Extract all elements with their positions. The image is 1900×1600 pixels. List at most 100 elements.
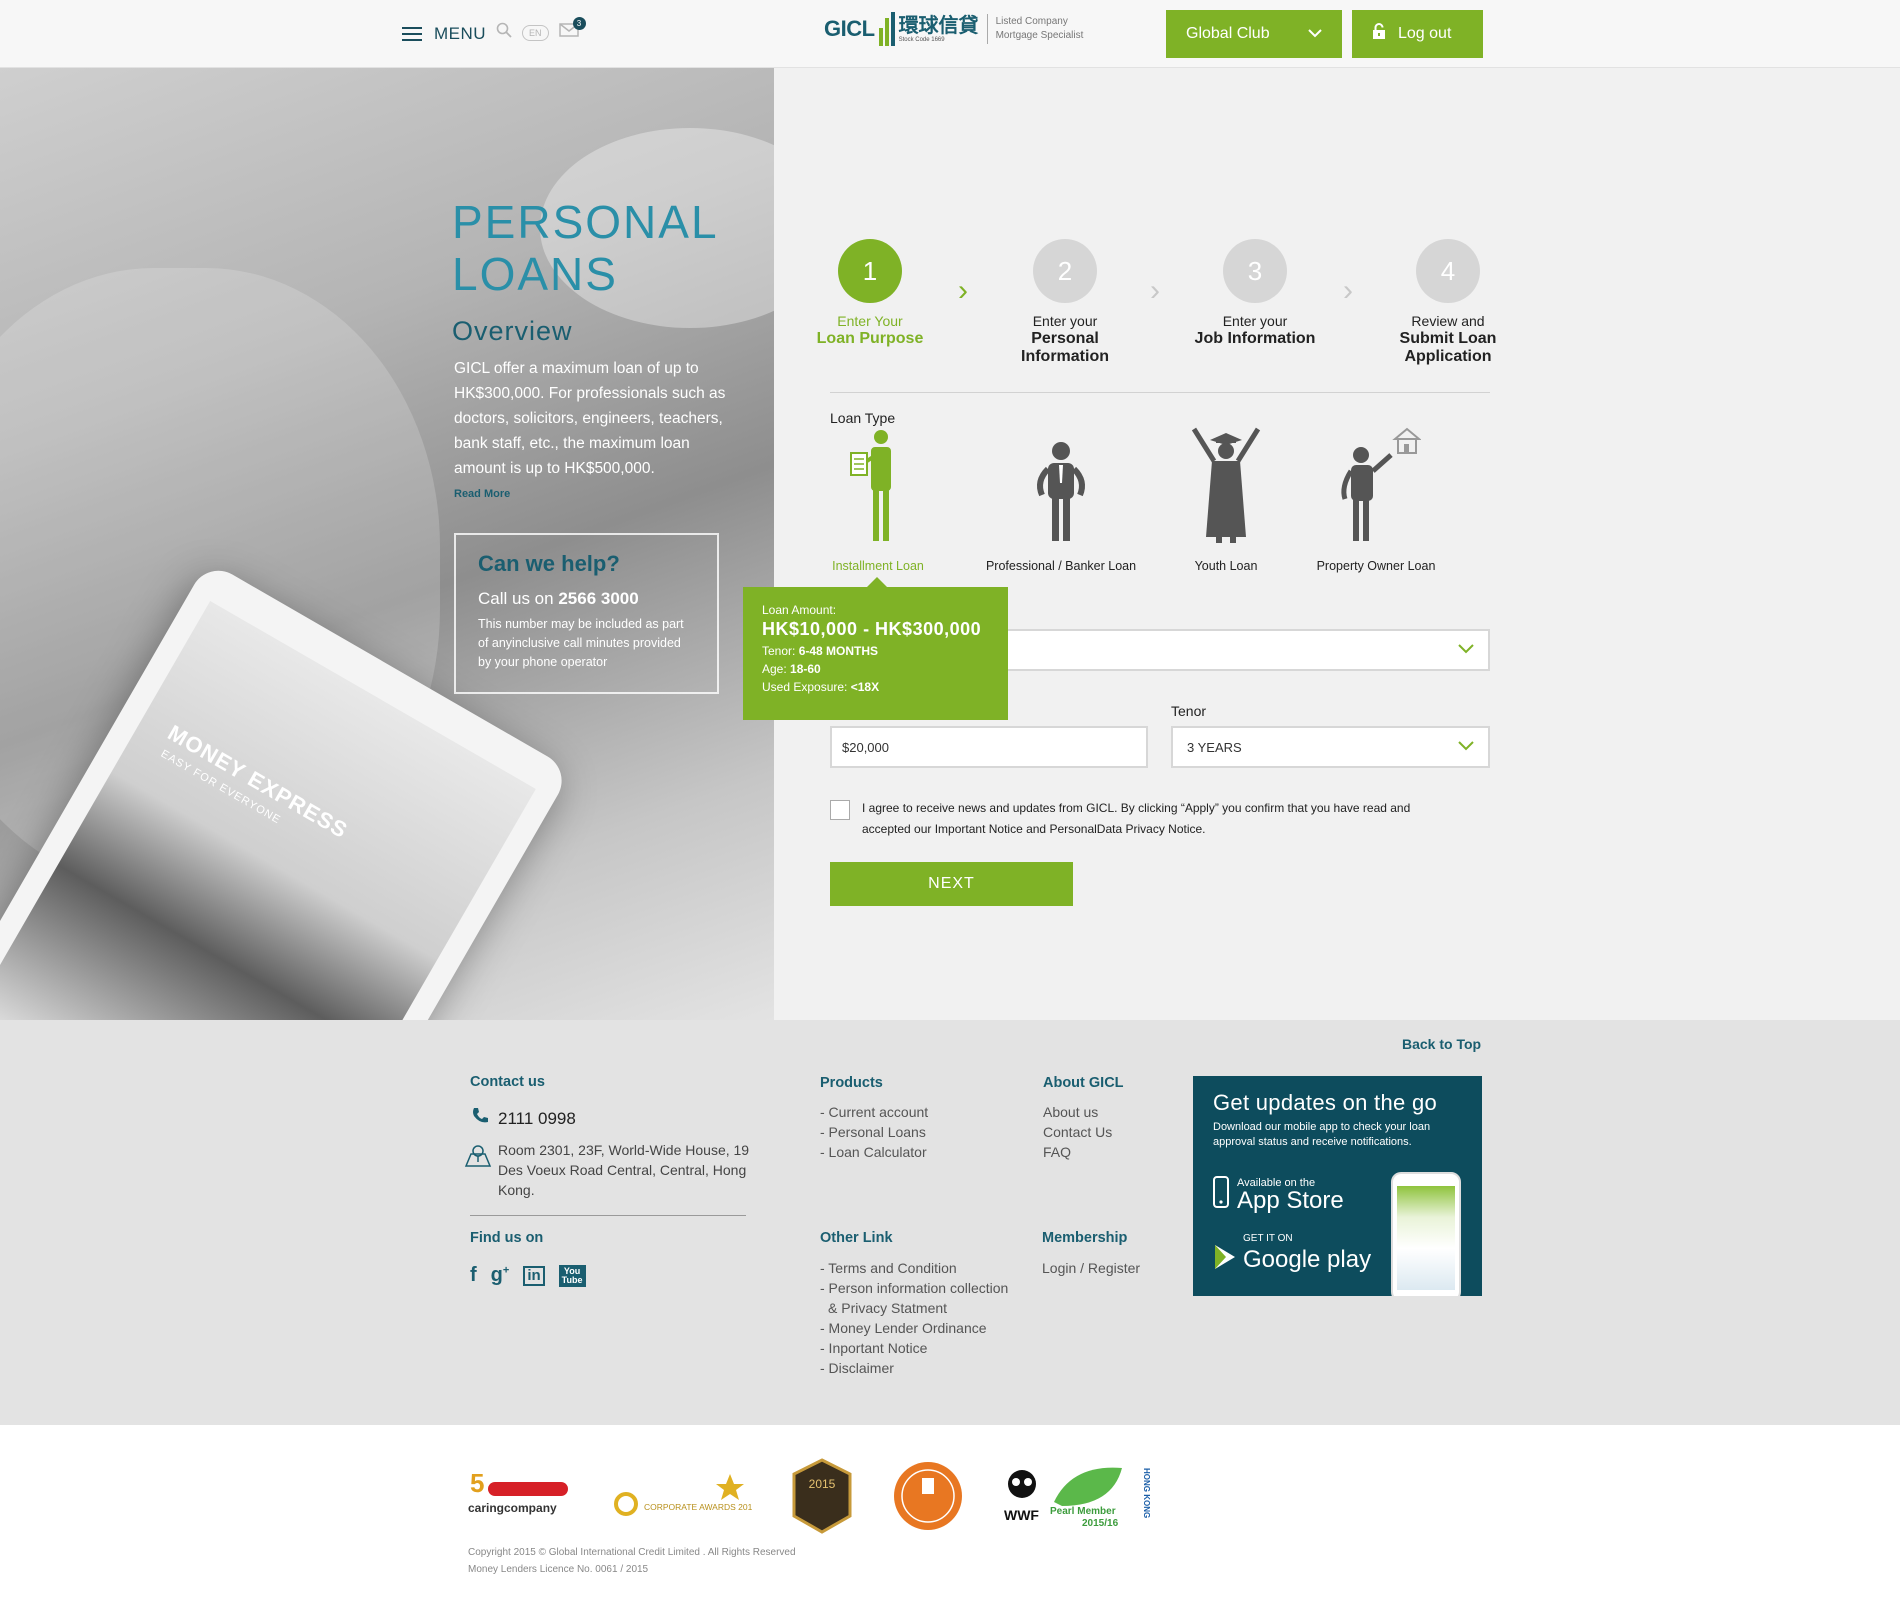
loan-type-installment[interactable]: Installment Loan	[793, 425, 963, 573]
products-list: - Current account - Personal Loans - Loa…	[820, 1102, 928, 1162]
footer-link[interactable]: About us	[1043, 1102, 1112, 1122]
footer-link[interactable]: - Loan Calculator	[820, 1142, 928, 1162]
step-3[interactable]: 3 Enter your Job Information	[1180, 239, 1330, 348]
youth-loan-icon	[1141, 425, 1311, 545]
step-3-line-2: Job Information	[1194, 330, 1316, 347]
read-more-link[interactable]: Read More	[454, 488, 510, 500]
search-icon[interactable]	[496, 22, 512, 43]
tooltip-tenor-value: 6-48 MONTHS	[798, 644, 879, 658]
step-4[interactable]: 4 Review and Submit Loan Application	[1373, 239, 1523, 366]
step-3-line-1: Enter your	[1222, 313, 1288, 329]
menu-button[interactable]: MENU	[402, 24, 486, 44]
copyright-line-2: Money Lenders Licence No. 0061 / 2015	[468, 1564, 649, 1575]
membership-link[interactable]: Login / Register	[1042, 1258, 1140, 1278]
footer-link[interactable]: FAQ	[1043, 1142, 1112, 1162]
chevron-down-icon	[1458, 641, 1474, 659]
contact-heading: Contact us	[470, 1074, 545, 1090]
top-bar: MENU EN 3 GICL 環球信貸 Stock Code 1669 List…	[0, 0, 1900, 68]
loan-type-property-label: Property Owner Loan	[1316, 559, 1436, 573]
google-plus-icon[interactable]: g+	[491, 1264, 510, 1287]
installment-loan-icon	[793, 425, 963, 545]
language-toggle[interactable]: EN	[522, 24, 549, 41]
footer-link[interactable]: - Personal Loans	[820, 1122, 928, 1142]
step-2[interactable]: 2 Enter your Personal Information	[990, 239, 1140, 366]
logout-button[interactable]: Log out	[1352, 10, 1483, 58]
logo-mark-icon	[878, 12, 895, 46]
chevron-down-icon	[1308, 25, 1322, 43]
loan-type-label: Loan Type	[830, 410, 896, 426]
footer-link[interactable]: - Disclaimer	[820, 1358, 1008, 1378]
footer-contact-divider	[470, 1215, 746, 1216]
mail-icon[interactable]: 3	[558, 17, 586, 42]
agree-checkbox[interactable]	[830, 800, 850, 820]
footer-link[interactable]: - Terms and Condition	[820, 1258, 1008, 1278]
help-call-prefix: Call us on	[478, 589, 554, 608]
social-links: f g+ in You Tube	[470, 1264, 586, 1287]
loan-amount-input[interactable]	[830, 726, 1148, 768]
corporate-awards-logo: CORPORATE AWARDS 2015	[612, 1468, 752, 1524]
svg-text:5: 5	[470, 1468, 484, 1498]
linkedin-icon[interactable]: in	[523, 1265, 545, 1286]
help-phone-number[interactable]: 2566 3000	[558, 589, 638, 608]
tenor-value: 3 YEARS	[1187, 739, 1242, 755]
professional-loan-icon	[976, 425, 1146, 545]
hamburger-icon	[402, 27, 422, 41]
top-icons: EN 3	[496, 17, 586, 43]
google-play-button[interactable]: GET IT ON Google play	[1213, 1233, 1371, 1275]
pearl-year-text: 2015/16	[1082, 1518, 1119, 1529]
overview-description: GICL offer a maximum loan of up to HK$30…	[454, 360, 726, 477]
footer-phone-number: 2111 0998	[498, 1108, 576, 1128]
wwf-text: WWF	[1004, 1507, 1039, 1523]
other-link-heading: Other Link	[820, 1230, 893, 1246]
tooltip-tenor-label: Tenor:	[762, 644, 796, 658]
logo-text: GICL	[824, 16, 875, 41]
membership-heading: Membership	[1042, 1230, 1128, 1246]
loan-type-professional[interactable]: Professional / Banker Loan	[976, 425, 1146, 573]
caring-company-logo: 5 caringcompany	[466, 1468, 574, 1524]
page-title: PERSONAL LOANS	[452, 196, 719, 300]
step-3-circle: 3	[1223, 239, 1287, 303]
facebook-icon[interactable]: f	[470, 1264, 477, 1287]
other-links-list: - Terms and Condition - Person informati…	[820, 1258, 1008, 1378]
mail-count-badge: 3	[572, 17, 586, 30]
logo-stock-code: Stock Code 1669	[898, 37, 945, 43]
tenor-select[interactable]: 3 YEARS	[1171, 726, 1490, 768]
youtube-icon[interactable]: You Tube	[558, 1264, 586, 1287]
footer-phone[interactable]: 2111 0998	[470, 1106, 576, 1131]
step-2-line-1: Enter your	[1032, 313, 1098, 329]
logo-chinese: 環球信貸 Stock Code 1669	[899, 15, 979, 43]
copyright: Copyright 2015 © Global International Cr…	[468, 1544, 796, 1578]
app-store-button[interactable]: Available on the App Store	[1213, 1176, 1344, 1213]
footer-link[interactable]: - Current account	[820, 1102, 928, 1122]
copyright-line-1: Copyright 2015 © Global International Cr…	[468, 1547, 796, 1558]
footer-link[interactable]: - Money Lender Ordinance	[820, 1318, 1008, 1338]
gicl-logo[interactable]: GICL 環球信貸 Stock Code 1669 Listed Company…	[824, 12, 1083, 46]
map-pin-icon	[464, 1144, 492, 1173]
loan-type-installment-label: Installment Loan	[832, 559, 924, 573]
footer-link[interactable]: - Inportant Notice	[820, 1338, 1008, 1358]
footer-link[interactable]: - Person information collection	[820, 1278, 1008, 1298]
step-4-line-2: Submit Loan Application	[1399, 330, 1497, 365]
mobile-app-screenshot	[1391, 1172, 1461, 1296]
loan-type-property[interactable]: Property Owner Loan	[1291, 425, 1461, 573]
help-note: This number may be included as part of a…	[478, 617, 684, 669]
tablet-headline: MONEY EXPRESS	[163, 719, 353, 844]
footer-link[interactable]: & Privacy Statment	[820, 1298, 1008, 1318]
chevron-right-icon: ›	[1343, 274, 1353, 307]
logo-tagline-2: Mortgage Specialist	[995, 30, 1084, 41]
chevron-right-icon: ›	[1150, 274, 1160, 307]
google-play-big: Google play	[1243, 1245, 1372, 1273]
badge-year-text: 2015	[809, 1477, 836, 1491]
google-play-small: GET IT ON	[1243, 1233, 1293, 1244]
step-2-circle: 2	[1033, 239, 1097, 303]
next-button[interactable]: NEXT	[830, 862, 1073, 906]
footer-link[interactable]: Contact Us	[1043, 1122, 1112, 1142]
brand-award-logo	[892, 1460, 964, 1532]
loan-info-tooltip: Loan Amount: HK$10,000 - HK$300,000 Teno…	[743, 577, 1008, 720]
agree-text: I agree to receive news and updates from…	[862, 801, 1411, 836]
global-club-button[interactable]: Global Club	[1166, 10, 1342, 58]
loan-type-youth[interactable]: Youth Loan	[1141, 425, 1311, 573]
step-1[interactable]: 1 Enter Your Loan Purpose	[795, 239, 945, 348]
back-to-top-link[interactable]: Back to Top	[1402, 1036, 1481, 1052]
2015-badge-logo: 2015	[790, 1458, 854, 1534]
